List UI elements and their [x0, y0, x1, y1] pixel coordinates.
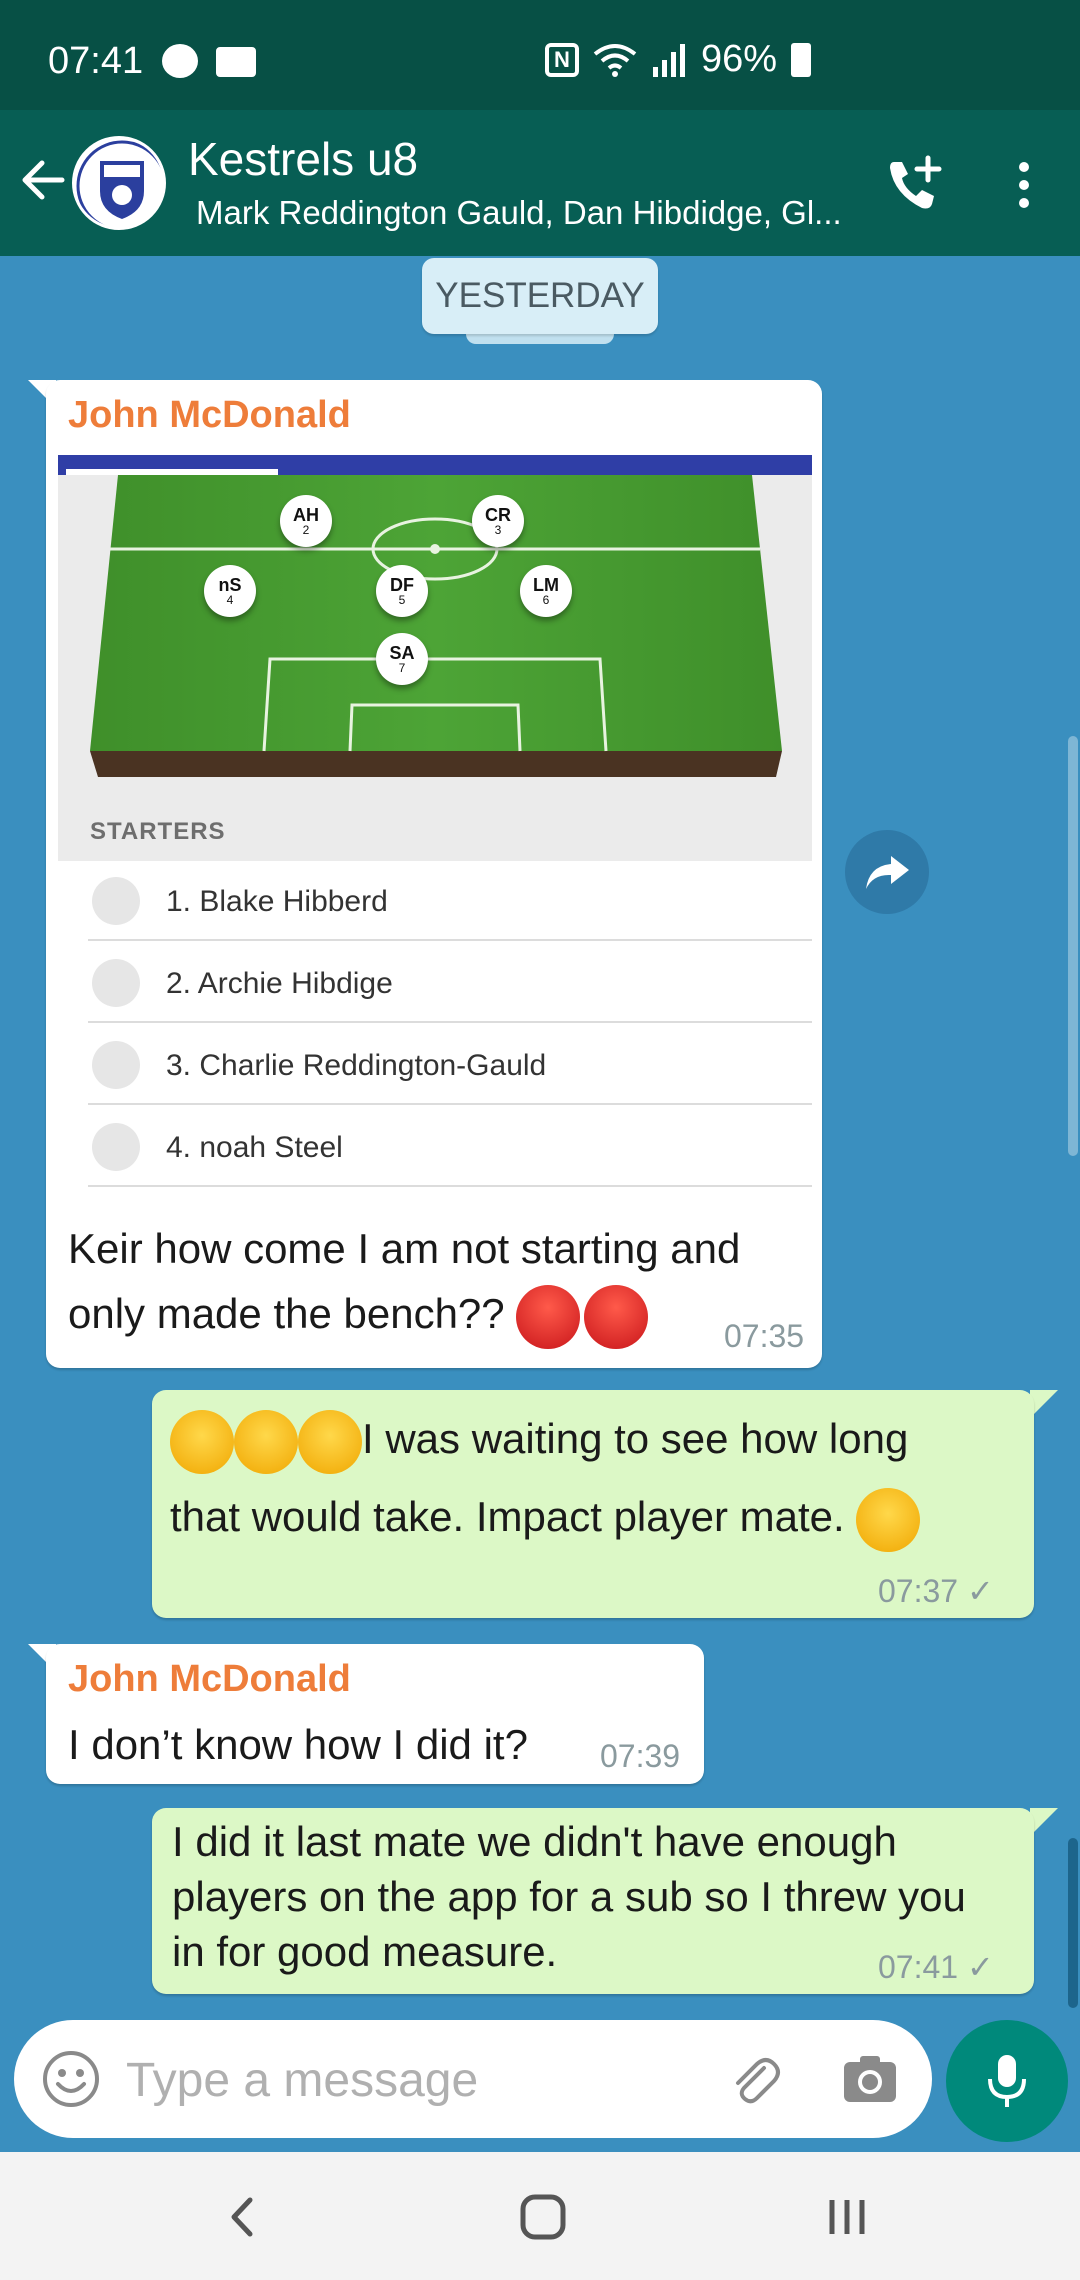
nav-home-icon[interactable]: [508, 2182, 578, 2252]
starter-row: 3. Charlie Reddington-Gauld: [88, 1025, 812, 1105]
bubble-tail: [1030, 1390, 1058, 1418]
message-text: Keir how come I am not starting and only…: [68, 1216, 828, 1349]
message-text-line: that would take. Impact player mate.: [170, 1493, 845, 1540]
lineup-image[interactable]: AH 2 CR 3 nS 4 DF 5 LM 6 SA 7 STARTERS 1. Blake Hib…: [58, 455, 812, 1207]
message-text: I don’t know how I did it?: [68, 1721, 528, 1768]
player-number: 3: [494, 523, 502, 537]
player-avatar: [92, 1041, 140, 1089]
angry-face-icon: [584, 1285, 649, 1349]
message-text: I was waiting to see how long that would…: [170, 1400, 1030, 1556]
player-name: 2. Archie Hibdige: [166, 967, 393, 1000]
message-composer: [14, 2020, 932, 2138]
club-crest-icon: [76, 140, 163, 227]
image-top-bar: [58, 455, 812, 475]
message-time: 07:39: [600, 1738, 681, 1774]
player-position-code: CR: [485, 505, 511, 525]
chat-header: Kestrels u8 Mark Reddington Gauld, Dan H…: [0, 110, 1080, 256]
sent-check-icon: ✓: [966, 1573, 994, 1609]
starter-row: 2. Archie Hibdige: [88, 943, 812, 1023]
scrollbar-thumb[interactable]: [1068, 1838, 1078, 2008]
player-position-code: nS: [218, 575, 242, 595]
formation-player-token: AH 2: [280, 495, 332, 547]
camera-icon[interactable]: [840, 2050, 900, 2110]
tears-of-joy-icon: [170, 1409, 234, 1474]
forward-arrow-icon: [866, 856, 909, 889]
player-number: 4: [226, 593, 234, 607]
smirk-face-icon: [856, 1487, 921, 1552]
starter-row: 1. Blake Hibberd: [88, 861, 812, 941]
tears-of-joy-icon: [298, 1409, 362, 1474]
player-avatar: [92, 1123, 140, 1171]
player-position-code: DF: [390, 575, 414, 595]
player-number: 5: [398, 593, 406, 607]
player-number: 2: [302, 523, 310, 537]
formation-player-token: nS 4: [204, 565, 256, 617]
pitch-area: AH 2 CR 3 nS 4 DF 5 LM 6 SA 7: [58, 475, 812, 817]
angry-face-icon: [516, 1285, 581, 1349]
player-number: 6: [542, 593, 550, 607]
formation-player-token: CR 3: [472, 495, 524, 547]
starters-label: STARTERS: [90, 818, 226, 845]
message-time: 07:35: [724, 1318, 805, 1354]
player-avatar: [92, 877, 140, 925]
player-name: 4. noah Steel: [166, 1131, 343, 1164]
group-members[interactable]: Mark Reddington Gauld, Dan Hibdidge, Gl.…: [196, 194, 856, 232]
back-arrow-icon[interactable]: [14, 150, 74, 210]
attach-icon[interactable]: [724, 2050, 784, 2110]
mic-button[interactable]: [946, 2020, 1068, 2142]
message-bubble-incoming[interactable]: John McDonald I don’t know how I did it?…: [46, 1644, 704, 1784]
player-position-code: SA: [389, 643, 415, 663]
message-time: 07:41 ✓: [878, 1948, 994, 1986]
emoji-icon[interactable]: [40, 2048, 102, 2110]
message-text-line: I was waiting to see how long: [362, 1415, 909, 1462]
sent-check-icon: ✓: [966, 1949, 994, 1985]
group-title[interactable]: Kestrels u8: [188, 132, 418, 186]
battery-percent: 96%: [701, 38, 778, 80]
nfc-icon: N: [545, 42, 579, 77]
bubble-tail: [1030, 1808, 1058, 1836]
nav-back-icon[interactable]: [208, 2182, 278, 2252]
formation-player-token: SA 7: [376, 633, 428, 685]
mic-icon: [988, 2055, 1026, 2107]
message-input[interactable]: [126, 2050, 686, 2110]
battery-icon: [791, 42, 812, 77]
sender-name: John McDonald: [68, 394, 351, 436]
nav-recents-icon[interactable]: [812, 2182, 882, 2252]
starter-row: 4. noah Steel: [88, 1107, 812, 1187]
voicemail-icon: [216, 47, 256, 77]
formation-player-token: DF 5: [376, 565, 428, 617]
add-call-icon[interactable]: [880, 150, 950, 220]
player-name: 3. Charlie Reddington-Gauld: [166, 1049, 547, 1082]
more-vert-icon[interactable]: [1004, 150, 1044, 220]
message-time-value: 07:41: [878, 1949, 959, 1985]
group-avatar[interactable]: [72, 136, 166, 230]
player-number: 7: [398, 661, 406, 675]
player-name: 1. Blake Hibberd: [166, 885, 388, 918]
messenger-icon: [162, 44, 198, 78]
scrollbar-track[interactable]: [1068, 736, 1078, 1156]
date-divider: YESTERDAY: [422, 258, 658, 334]
system-nav-bar: [0, 2152, 1080, 2280]
status-bar: 07:41 N 96%: [0, 0, 1080, 110]
status-time: 07:41: [48, 40, 144, 82]
wifi-icon: [593, 43, 637, 77]
forward-button[interactable]: [845, 830, 929, 914]
sender-name: John McDonald: [68, 1658, 351, 1700]
message-time-value: 07:37: [878, 1573, 959, 1609]
player-avatar: [92, 959, 140, 1007]
formation-player-token: LM 6: [520, 565, 572, 617]
message-time: 07:37 ✓: [878, 1572, 994, 1610]
football-pitch: [90, 475, 782, 777]
player-position-code: LM: [533, 575, 559, 595]
signal-icon: [653, 43, 685, 77]
message-text: I did it last mate we didn't have enough…: [172, 1818, 966, 1975]
tears-of-joy-icon: [234, 1409, 298, 1474]
player-position-code: AH: [293, 505, 319, 525]
